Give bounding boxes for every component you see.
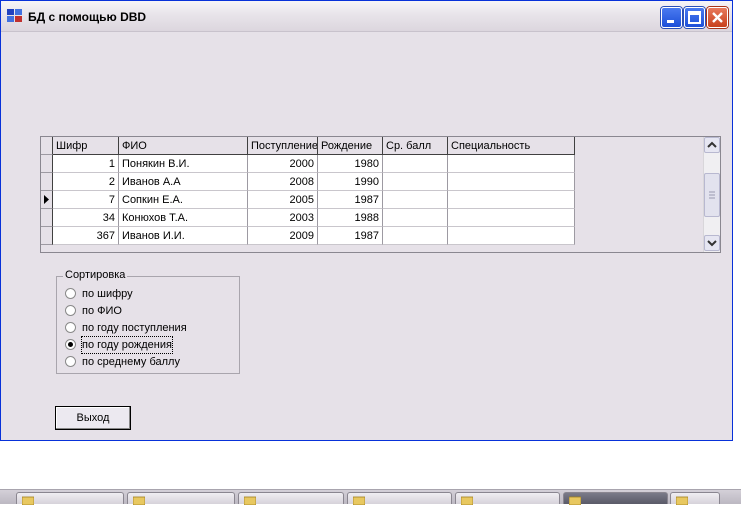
taskbar-button[interactable] <box>455 492 560 505</box>
table-cell[interactable]: 2005 <box>248 191 318 209</box>
close-button[interactable] <box>707 7 728 28</box>
main-window: БД с помощью DBD Шифр ФИО Поступление Рожде… <box>0 0 733 441</box>
table-cell[interactable] <box>448 155 575 173</box>
current-row-arrow-icon <box>44 195 49 204</box>
table-cell[interactable]: Понякин В.И. <box>119 155 248 173</box>
table-cell[interactable] <box>383 227 448 245</box>
sort-option-label: по ФИО <box>82 305 122 317</box>
minimize-icon <box>667 20 674 23</box>
table-cell[interactable]: 1980 <box>318 155 383 173</box>
table-cell[interactable]: 1988 <box>318 209 383 227</box>
table-cell[interactable] <box>448 191 575 209</box>
folder-icon <box>133 496 145 505</box>
folder-icon <box>569 496 581 505</box>
sort-option-label: по шифру <box>82 288 133 300</box>
chevron-down-icon <box>707 240 717 247</box>
column-header[interactable]: Ср. балл <box>383 137 448 155</box>
app-icon <box>7 9 22 22</box>
sort-option-label: по году рождения <box>81 336 173 354</box>
table-cell[interactable]: 34 <box>53 209 119 227</box>
table-cell[interactable]: 2 <box>53 173 119 191</box>
table-cell[interactable]: 1990 <box>318 173 383 191</box>
vertical-scrollbar[interactable] <box>703 137 720 252</box>
radio-button[interactable] <box>65 305 76 316</box>
chevron-up-icon <box>707 141 717 148</box>
minimize-button[interactable] <box>661 7 682 28</box>
data-grid[interactable]: Шифр ФИО Поступление Рождение Ср. балл Специа… <box>40 136 721 253</box>
table-cell[interactable]: 2003 <box>248 209 318 227</box>
taskbar-button[interactable] <box>238 492 344 505</box>
row-indicator[interactable] <box>41 227 53 245</box>
close-icon <box>712 12 723 23</box>
row-indicator[interactable] <box>41 209 53 227</box>
table-cell[interactable]: 7 <box>53 191 119 209</box>
table-cell[interactable] <box>383 155 448 173</box>
taskbar-button[interactable] <box>670 492 720 505</box>
sort-group: Сортировка по шифру по ФИО по году поступл… <box>56 269 240 374</box>
column-header[interactable]: ФИО <box>119 137 248 155</box>
folder-icon <box>676 496 688 505</box>
column-header[interactable]: Поступление <box>248 137 318 155</box>
table-cell[interactable]: 367 <box>53 227 119 245</box>
table-cell[interactable]: Иванов И.И. <box>119 227 248 245</box>
folder-icon <box>244 496 256 505</box>
maximize-button[interactable] <box>684 7 705 28</box>
taskbar-button[interactable] <box>563 492 668 505</box>
table-cell[interactable] <box>383 209 448 227</box>
sort-group-title: Сортировка <box>63 269 128 281</box>
row-indicator[interactable] <box>41 191 53 209</box>
taskbar-button[interactable] <box>347 492 452 505</box>
table-cell[interactable] <box>383 191 448 209</box>
window-title: БД с помощью DBD <box>28 10 147 24</box>
grip-icon <box>709 191 715 199</box>
taskbar-button[interactable] <box>127 492 235 505</box>
radio-button[interactable] <box>65 356 76 367</box>
folder-icon <box>353 496 365 505</box>
table-cell[interactable] <box>448 173 575 191</box>
taskbar <box>0 489 741 505</box>
title-bar[interactable]: БД с помощью DBD <box>1 1 732 32</box>
table-cell[interactable] <box>383 173 448 191</box>
table-cell[interactable]: Иванов А.А <box>119 173 248 191</box>
table-cell[interactable]: 2009 <box>248 227 318 245</box>
table-cell[interactable]: 1 <box>53 155 119 173</box>
scroll-thumb[interactable] <box>704 173 720 217</box>
taskbar-button[interactable] <box>16 492 124 505</box>
radio-button[interactable] <box>65 288 76 299</box>
maximize-icon <box>688 11 701 24</box>
exit-button[interactable]: Выход <box>55 406 131 430</box>
table-cell[interactable]: 1987 <box>318 227 383 245</box>
row-indicator[interactable] <box>41 173 53 191</box>
column-header[interactable]: Рождение <box>318 137 383 155</box>
radio-button[interactable] <box>65 339 76 350</box>
row-indicator <box>41 137 53 155</box>
column-header[interactable]: Специальность <box>448 137 575 155</box>
radio-button[interactable] <box>65 322 76 333</box>
table-cell[interactable]: 2000 <box>248 155 318 173</box>
folder-icon <box>461 496 473 505</box>
table-cell[interactable]: Сопкин Е.А. <box>119 191 248 209</box>
scroll-down-button[interactable] <box>704 235 720 251</box>
table-cell[interactable] <box>448 227 575 245</box>
table-cell[interactable]: 2008 <box>248 173 318 191</box>
row-indicator[interactable] <box>41 155 53 173</box>
sort-option-label: по году поступления <box>82 322 187 334</box>
folder-icon <box>22 496 34 505</box>
table-cell[interactable]: 1987 <box>318 191 383 209</box>
sort-option-label: по среднему баллу <box>82 356 180 368</box>
table-cell[interactable]: Конюхов Т.А. <box>119 209 248 227</box>
scroll-up-button[interactable] <box>704 137 720 153</box>
column-header[interactable]: Шифр <box>53 137 119 155</box>
table-cell[interactable] <box>448 209 575 227</box>
